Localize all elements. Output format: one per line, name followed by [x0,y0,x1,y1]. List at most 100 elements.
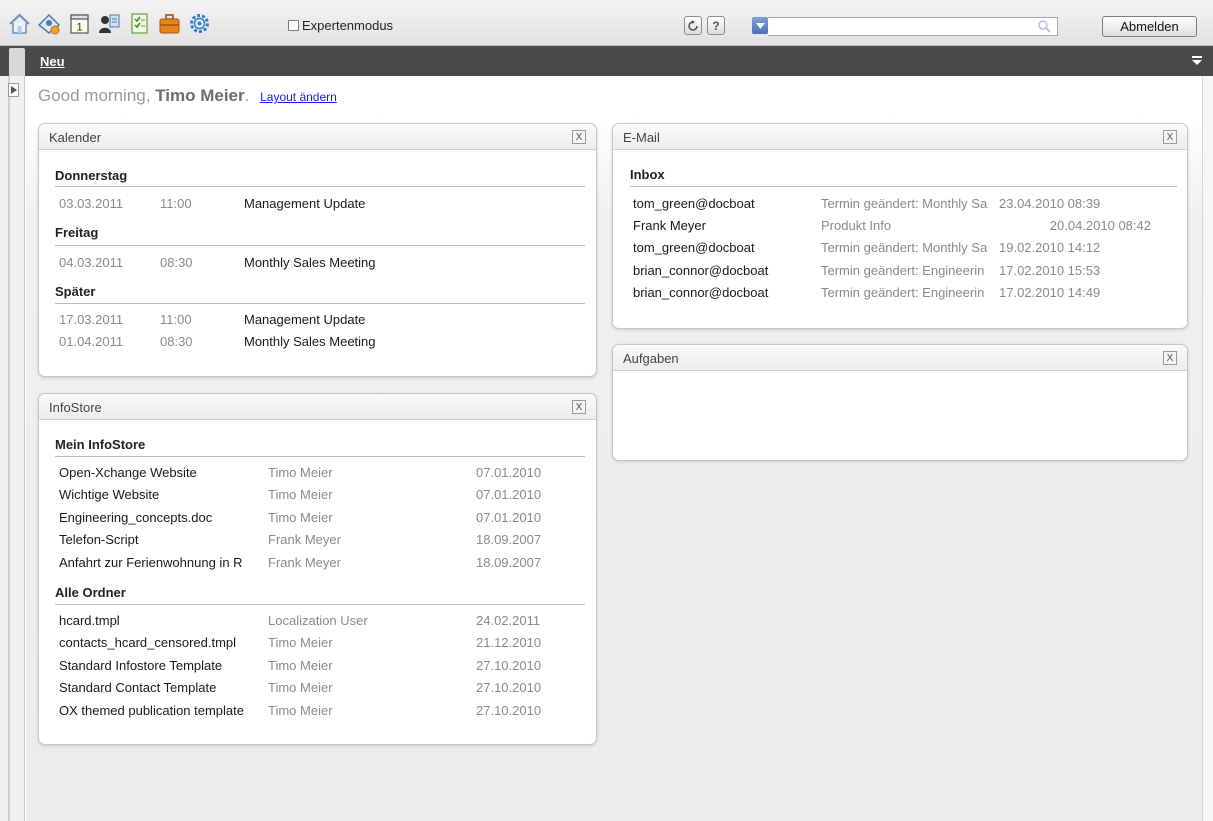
widget-title: Kalender [49,130,102,145]
close-widget-button[interactable]: X [572,130,586,144]
file-date: 24.02.2011 [476,613,541,628]
mail-subject[interactable]: Termin geändert: Engineerin [821,285,998,300]
file-date: 07.01.2010 [476,465,542,480]
logout-button[interactable]: Abmelden [1102,16,1197,37]
mail-sender[interactable]: Frank Meyer [633,218,818,233]
infostore-icon[interactable] [157,11,182,36]
appointment-time: 11:00 [160,312,192,327]
file-name[interactable]: Standard Infostore Template [59,658,265,673]
file-date: 27.10.2010 [476,680,542,695]
refresh-button[interactable] [684,16,702,35]
settings-icon[interactable] [187,11,212,36]
appointment-time: 11:00 [160,196,192,211]
home-icon[interactable] [7,11,32,36]
tasks-widget-header[interactable]: Aufgaben X [613,345,1187,371]
file-date: 27.10.2010 [476,658,542,673]
new-button[interactable]: Neu [40,54,65,69]
mail-date: 23.04.2010 08:39 [999,196,1101,211]
appointment-date: 03.03.2011 [59,196,124,211]
day-heading: Donnerstag [55,168,128,183]
infostore-widget-header[interactable]: InfoStore X [39,394,596,420]
appointment-title[interactable]: Management Update [244,312,365,327]
appointment-date: 01.04.2011 [59,334,124,349]
appointment-time: 08:30 [160,334,193,349]
email-widget: E-Mail X Inbox tom_green@docboat Termin … [612,123,1188,329]
file-date: 27.10.2010 [476,703,542,718]
widget-title: InfoStore [49,400,102,415]
search-icon[interactable] [1038,20,1051,33]
email-widget-header[interactable]: E-Mail X [613,124,1187,150]
file-name[interactable]: Open-Xchange Website [59,465,265,480]
mail-subject[interactable]: Termin geändert: Monthly Sa [821,240,998,255]
appointment-title[interactable]: Monthly Sales Meeting [244,334,376,349]
file-name[interactable]: Standard Contact Template [59,680,265,695]
calendar-widget-header[interactable]: Kalender X [39,124,596,150]
close-widget-button[interactable]: X [572,400,586,414]
mail-subject[interactable]: Termin geändert: Monthly Sa [821,196,998,211]
calendar-widget: Kalender X Donnerstag 03.03.2011 11:00 M… [38,123,597,377]
mail-sender[interactable]: tom_green@docboat [633,240,818,255]
search-input[interactable] [768,17,1058,36]
chevron-down-icon [755,22,765,29]
calendar-icon[interactable]: 1 [67,11,92,36]
file-name[interactable]: contacts_hcard_censored.tmpl [59,635,265,650]
tasks-icon[interactable] [127,11,152,36]
mail-sender[interactable]: brian_connor@docboat [633,285,818,300]
file-date: 07.01.2010 [476,510,542,525]
greeting-suffix: . [244,86,250,105]
mail-subject[interactable]: Termin geändert: Engineerin [821,263,998,278]
expand-sidebar-button[interactable] [8,83,19,97]
right-scroll-strip[interactable] [1202,76,1213,821]
file-name[interactable]: OX themed publication template [59,703,265,718]
close-widget-button[interactable]: X [1163,130,1177,144]
help-button[interactable]: ? [707,16,725,35]
section-heading: Mein InfoStore [55,437,146,452]
refresh-icon [688,19,698,31]
address-book-icon[interactable] [37,11,62,36]
file-name[interactable]: Engineering_concepts.doc [59,510,265,525]
appointment-title[interactable]: Management Update [244,196,365,211]
left-rail [0,76,25,821]
mail-sender[interactable]: tom_green@docboat [633,196,818,211]
top-toolbar: 1 Expertenmodus ? Abmelden [0,0,1213,46]
mail-subject[interactable]: Produkt Info [821,218,998,233]
chevron-right-icon [10,86,17,94]
appointment-title[interactable]: Monthly Sales Meeting [244,255,376,270]
mail-date: 17.02.2010 14:49 [999,285,1101,300]
day-heading: Später [55,284,96,299]
appointment-date: 04.03.2011 [59,255,124,270]
file-owner: Timo Meier [268,658,333,673]
file-name[interactable]: Telefon-Script [59,532,265,547]
sidebar-tab [9,48,25,76]
file-owner: Frank Meyer [268,555,341,570]
file-name[interactable]: Anfahrt zur Ferienwohnung in R [59,555,265,570]
file-date: 18.09.2007 [476,532,542,547]
file-owner: Timo Meier [268,680,333,695]
file-owner: Timo Meier [268,635,333,650]
menu-chevron-icon[interactable] [1191,55,1203,67]
expert-mode-checkbox[interactable] [288,20,299,31]
change-layout-link[interactable]: Layout ändern [260,90,337,104]
infostore-widget: InfoStore X Mein InfoStore Open-Xchange … [38,393,597,745]
user-name: Timo Meier [155,86,245,105]
contacts-icon[interactable] [97,11,122,36]
tasks-widget: Aufgaben X [612,344,1188,461]
widget-title: E-Mail [623,130,660,145]
mail-date: 19.02.2010 14:12 [999,240,1101,255]
widget-title: Aufgaben [623,351,679,366]
mail-sender[interactable]: brian_connor@docboat [633,263,818,278]
file-name[interactable]: Wichtige Website [59,487,265,502]
file-owner: Timo Meier [268,510,333,525]
close-widget-button[interactable]: X [1163,351,1177,365]
mail-date: 20.04.2010 08:42 [1049,218,1151,233]
file-name[interactable]: hcard.tmpl [59,613,265,628]
search-scope-dropdown[interactable] [752,17,768,34]
file-owner: Timo Meier [268,703,333,718]
file-owner: Frank Meyer [268,532,341,547]
greeting: Good morning, Timo Meier. Layout ändern [38,86,337,106]
file-date: 07.01.2010 [476,487,542,502]
action-bar: Neu [0,46,1213,76]
file-owner: Timo Meier [268,487,333,502]
file-date: 21.12.2010 [476,635,542,650]
expert-mode-toggle[interactable]: Expertenmodus [288,18,393,33]
